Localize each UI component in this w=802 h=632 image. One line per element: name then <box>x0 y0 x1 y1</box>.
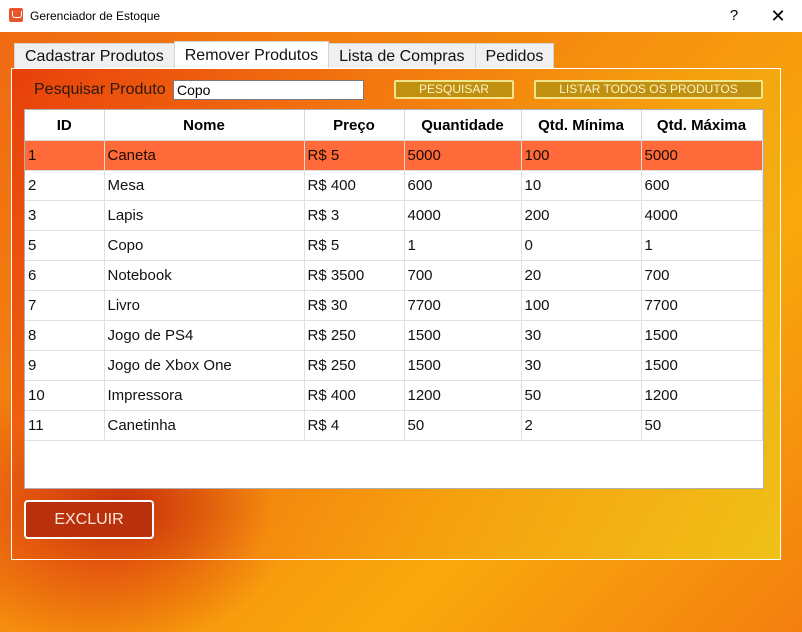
table-cell[interactable]: Notebook <box>104 260 305 291</box>
table-row[interactable]: 9 Jogo de Xbox One R$ 250 1500 30 1500 <box>25 350 763 381</box>
delete-button[interactable]: EXCLUIR <box>24 500 154 539</box>
table-cell[interactable]: Mesa <box>104 170 305 201</box>
table-cell[interactable]: 700 <box>641 260 763 291</box>
table-cell[interactable]: Jogo de PS4 <box>104 320 305 351</box>
table-cell[interactable]: 5 <box>25 230 105 261</box>
table-cell[interactable]: Jogo de Xbox One <box>104 350 305 381</box>
products-table[interactable]: ID Nome Preço Quantidade Qtd. Mínima Qtd… <box>24 109 764 489</box>
table-cell[interactable]: 2 <box>521 410 642 441</box>
table-cell[interactable]: 1 <box>641 230 763 261</box>
table-cell[interactable]: 7 <box>25 290 105 321</box>
table-cell[interactable]: 4000 <box>641 200 763 231</box>
list-all-products-button[interactable]: LISTAR TODOS OS PRODUTOS <box>534 80 763 99</box>
table-cell[interactable]: R$ 400 <box>304 170 405 201</box>
column-header-preco[interactable]: Preço <box>304 110 405 141</box>
table-row[interactable]: 2 Mesa R$ 400 600 10 600 <box>25 170 763 201</box>
table-cell[interactable]: 6 <box>25 260 105 291</box>
table-cell[interactable]: 100 <box>521 290 642 321</box>
table-cell[interactable]: R$ 250 <box>304 350 405 381</box>
column-header-id[interactable]: ID <box>25 110 105 141</box>
table-cell[interactable]: 700 <box>404 260 522 291</box>
table-cell[interactable]: 50 <box>641 410 763 441</box>
table-cell[interactable]: R$ 250 <box>304 320 405 351</box>
close-icon[interactable]: ✕ <box>762 4 794 28</box>
table-cell[interactable]: Canetinha <box>104 410 305 441</box>
window-title: Gerenciador de Estoque <box>30 9 161 23</box>
table-row[interactable]: 3 Lapis R$ 3 4000 200 4000 <box>25 200 763 231</box>
table-cell[interactable]: R$ 3 <box>304 200 405 231</box>
table-cell[interactable]: 8 <box>25 320 105 351</box>
table-cell[interactable]: R$ 4 <box>304 410 405 441</box>
table-row[interactable]: 11 Canetinha R$ 4 50 2 50 <box>25 410 763 441</box>
table-cell[interactable]: 30 <box>521 320 642 351</box>
table-cell[interactable]: R$ 3500 <box>304 260 405 291</box>
table-cell[interactable]: 1500 <box>404 320 522 351</box>
search-button[interactable]: PESQUISAR <box>394 80 514 99</box>
tab-remover-produtos[interactable]: Remover Produtos <box>173 41 330 68</box>
column-header-qtd-minima[interactable]: Qtd. Mínima <box>521 110 642 141</box>
table-cell[interactable]: 20 <box>521 260 642 291</box>
table-cell[interactable]: Impressora <box>104 380 305 411</box>
table-row[interactable]: 6 Notebook R$ 3500 700 20 700 <box>25 260 763 291</box>
search-label: Pesquisar Produto <box>34 81 166 98</box>
table-cell[interactable]: 1500 <box>404 350 522 381</box>
table-row[interactable]: 5 Copo R$ 5101 <box>25 230 763 261</box>
table-cell[interactable]: 5000 <box>641 140 763 171</box>
table-cell[interactable]: 600 <box>641 170 763 201</box>
tab-cadastrar-produtos[interactable]: Cadastrar Produtos <box>14 43 175 68</box>
table-cell[interactable]: 11 <box>25 410 105 441</box>
table-cell[interactable]: 1500 <box>641 350 763 381</box>
table-cell[interactable]: 3 <box>25 200 105 231</box>
table-row[interactable]: 10 Impressora R$ 400 1200 50 1200 <box>25 380 763 411</box>
table-cell[interactable]: R$ 400 <box>304 380 405 411</box>
table-cell[interactable]: 100 <box>521 140 642 171</box>
table-cell[interactable]: Caneta <box>104 140 305 171</box>
table-cell[interactable]: 30 <box>521 350 642 381</box>
table-cell[interactable]: 4000 <box>404 200 522 231</box>
table-cell[interactable]: Lapis <box>104 200 305 231</box>
table-row[interactable]: 7 Livro R$ 30 7700 100 7700 <box>25 290 763 321</box>
table-cell[interactable]: 50 <box>521 380 642 411</box>
tab-lista-de-compras[interactable]: Lista de Compras <box>328 43 476 68</box>
table-row[interactable]: 8 Jogo de PS4 R$ 250 1500 30 1500 <box>25 320 763 351</box>
table-cell[interactable]: 5000 <box>404 140 522 171</box>
column-header-qtd-maxima[interactable]: Qtd. Máxima <box>641 110 763 141</box>
table-cell[interactable]: 9 <box>25 350 105 381</box>
table-cell[interactable]: 1 <box>404 230 522 261</box>
table-header-row: ID Nome Preço Quantidade Qtd. Mínima Qtd… <box>25 110 763 141</box>
table-cell[interactable]: 10 <box>25 380 105 411</box>
table-cell[interactable]: 1500 <box>641 320 763 351</box>
table-cell[interactable]: 7700 <box>641 290 763 321</box>
table-cell[interactable]: R$ 5 <box>304 230 405 261</box>
table-cell[interactable]: 600 <box>404 170 522 201</box>
search-input[interactable] <box>173 80 364 100</box>
tab-strip: Cadastrar Produtos Remover Produtos List… <box>14 41 555 69</box>
column-header-quantidade[interactable]: Quantidade <box>404 110 522 141</box>
table-cell[interactable]: 1200 <box>641 380 763 411</box>
table-cell[interactable]: 200 <box>521 200 642 231</box>
table-row[interactable]: 1 Caneta R$ 5 5000 100 5000 <box>25 140 763 171</box>
column-header-nome[interactable]: Nome <box>104 110 305 141</box>
table-cell[interactable]: 1 <box>25 140 105 171</box>
table-cell[interactable]: Livro <box>104 290 305 321</box>
help-button[interactable]: ? <box>722 4 746 28</box>
table-cell[interactable]: 1200 <box>404 380 522 411</box>
tab-pedidos[interactable]: Pedidos <box>474 43 555 68</box>
table-cell[interactable]: 7700 <box>404 290 522 321</box>
table-cell[interactable]: R$ 30 <box>304 290 405 321</box>
app-icon <box>9 8 23 22</box>
table-cell[interactable]: Copo <box>104 230 305 261</box>
table-cell[interactable]: 10 <box>521 170 642 201</box>
table-cell[interactable]: 0 <box>521 230 642 261</box>
table-cell[interactable]: 50 <box>404 410 522 441</box>
title-bar: Gerenciador de Estoque ? ✕ <box>0 0 802 32</box>
table-cell[interactable]: R$ 5 <box>304 140 405 171</box>
table-cell[interactable]: 2 <box>25 170 105 201</box>
